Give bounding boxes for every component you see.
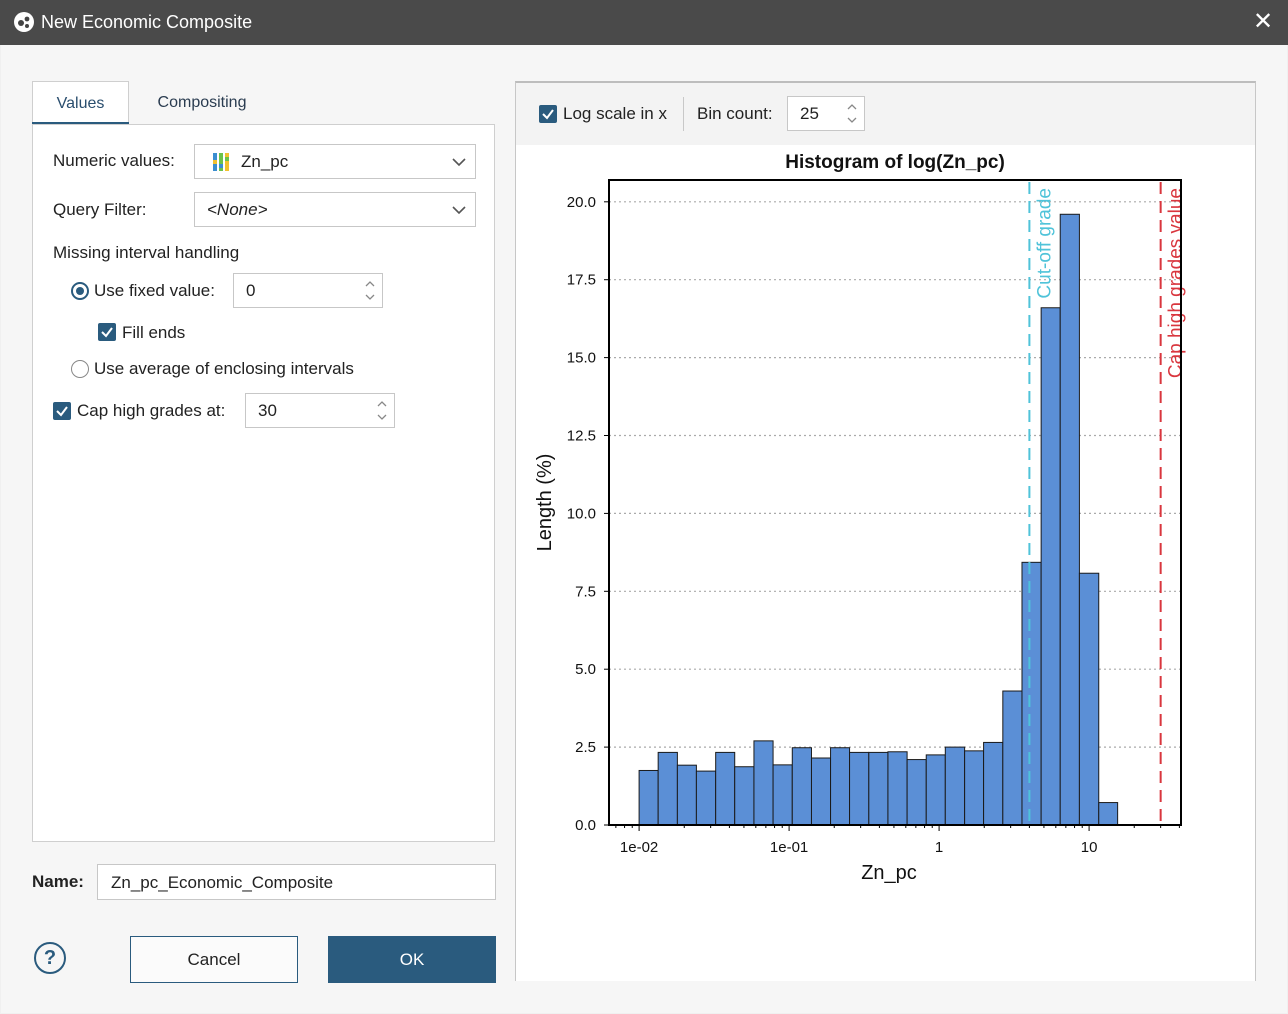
histogram-bar	[1040, 307, 1061, 826]
histogram-bar	[676, 764, 697, 826]
numeric-values-dropdown[interactable]: Zn_pc	[194, 144, 476, 179]
cap-high-grades-label: Cap high grades value	[1166, 188, 1187, 378]
histogram-bar	[657, 751, 678, 826]
plot-toolbar: Log scale in x Bin count: 25	[516, 83, 1255, 145]
fixed-value-input[interactable]: 0	[233, 273, 383, 308]
y-axis-label: Length (%)	[534, 454, 556, 552]
y-tick-label: 17.5	[567, 272, 596, 289]
numeric-column-icon	[213, 153, 229, 171]
histogram-bar	[1002, 690, 1023, 826]
histogram-bar	[906, 759, 927, 826]
use-average-radio[interactable]	[71, 360, 89, 378]
missing-interval-heading: Missing interval handling	[53, 243, 240, 262]
histogram-bar	[715, 751, 736, 826]
x-tick-label: 1	[935, 839, 943, 856]
cancel-button[interactable]: Cancel	[130, 936, 298, 983]
numeric-values-label: Numeric values:	[53, 151, 175, 170]
histogram-bar	[638, 769, 659, 826]
histogram-bar	[753, 740, 774, 826]
y-tick-label: 10.0	[567, 505, 596, 522]
help-icon[interactable]: ?	[34, 942, 66, 974]
spin-arrows-icon[interactable]	[364, 277, 376, 304]
title-bar: New Economic Composite ✕	[0, 0, 1288, 45]
histogram-bar	[772, 764, 793, 826]
y-tick-label: 12.5	[567, 428, 596, 445]
histogram-pane: Log scale in x Bin count: 25 Histogram o…	[515, 81, 1256, 981]
checkmark-icon	[101, 327, 113, 338]
histogram-bar	[1059, 213, 1080, 826]
histogram-chart: Histogram of log(Zn_pc) 0.0 2.5 5.0 7.5 10.0 1…	[534, 152, 1187, 884]
y-tick-label: 5.0	[575, 661, 596, 678]
tab-values[interactable]: Values	[32, 81, 129, 125]
tab-compositing[interactable]: Compositing	[132, 81, 272, 124]
dialog-body: Values Compositing Numeric values: Zn_pc…	[1, 45, 1287, 1013]
histogram-bar	[849, 751, 870, 826]
chevron-down-icon	[452, 158, 466, 167]
fill-ends-checkbox[interactable]	[98, 323, 116, 341]
y-tick-label: 2.5	[575, 739, 596, 756]
close-icon[interactable]: ✕	[1252, 8, 1274, 36]
toolbar-divider	[683, 97, 684, 131]
x-axis-label: Zn_pc	[861, 862, 917, 884]
spin-arrows-icon[interactable]	[846, 100, 858, 127]
x-tick-label: 1e-02	[620, 839, 658, 856]
window-title: New Economic Composite	[41, 12, 253, 32]
histogram-bar	[944, 746, 966, 826]
numeric-values-selected: Zn_pc	[241, 152, 289, 171]
name-value: Zn_pc_Economic_Composite	[111, 873, 334, 892]
checkmark-icon	[542, 109, 554, 120]
histogram-bar	[810, 757, 832, 826]
ok-button[interactable]: OK	[328, 936, 496, 983]
y-tick-label: 0.0	[575, 817, 596, 834]
values-panel: Numeric values: Zn_pc Query Filter: <Non…	[32, 124, 495, 842]
histogram-bar	[925, 754, 946, 826]
query-filter-dropdown[interactable]: <None>	[194, 192, 476, 227]
spin-arrows-icon[interactable]	[376, 397, 388, 424]
histogram-bar	[1021, 561, 1042, 826]
log-scale-label: Log scale in x	[563, 104, 667, 123]
histogram-bar	[791, 747, 812, 826]
y-tick-label: 20.0	[567, 194, 596, 211]
histogram-bar	[830, 747, 851, 826]
bin-count-input[interactable]: 25	[787, 96, 865, 131]
y-tick-label: 7.5	[575, 583, 596, 600]
log-scale-checkbox[interactable]	[539, 105, 557, 123]
bin-count-label: Bin count:	[697, 104, 773, 123]
y-tick-label: 15.0	[567, 350, 596, 367]
fixed-value-text: 0	[246, 281, 256, 300]
use-average-label: Use average of enclosing intervals	[94, 359, 354, 378]
app-logo-icon	[14, 12, 34, 32]
query-filter-label: Query Filter:	[53, 200, 147, 219]
use-fixed-value-label: Use fixed value:	[94, 281, 215, 300]
name-input[interactable]: Zn_pc_Economic_Composite	[97, 864, 496, 900]
chart-title: Histogram of log(Zn_pc)	[785, 152, 1005, 173]
histogram-bar	[695, 770, 717, 826]
histogram-bar	[868, 751, 889, 826]
fill-ends-label: Fill ends	[122, 323, 186, 342]
chevron-down-icon	[452, 206, 466, 215]
histogram-bar	[887, 751, 908, 826]
histogram-bar	[1098, 802, 1119, 826]
x-tick-label: 1e-01	[770, 839, 808, 856]
use-fixed-value-radio[interactable]	[71, 282, 89, 300]
x-tick-label: 10	[1081, 839, 1098, 856]
cap-value-text: 30	[258, 401, 277, 420]
histogram-bar	[983, 741, 1004, 826]
cap-high-grades-checkbox[interactable]	[53, 402, 71, 420]
histogram-bar	[734, 766, 755, 826]
bin-count-value: 25	[800, 104, 819, 123]
histogram-bar	[964, 750, 985, 826]
checkmark-icon	[56, 406, 68, 417]
name-label: Name:	[32, 872, 84, 891]
cutoff-grade-label: Cut-off grade	[1034, 188, 1055, 299]
chart-area: Histogram of log(Zn_pc) 0.0 2.5 5.0 7.5 10.0 1…	[516, 145, 1255, 981]
histogram-bar	[1078, 572, 1100, 826]
cap-value-input[interactable]: 30	[245, 393, 395, 428]
cap-high-grades-label: Cap high grades at:	[77, 401, 226, 420]
query-filter-selected: <None>	[207, 200, 268, 219]
